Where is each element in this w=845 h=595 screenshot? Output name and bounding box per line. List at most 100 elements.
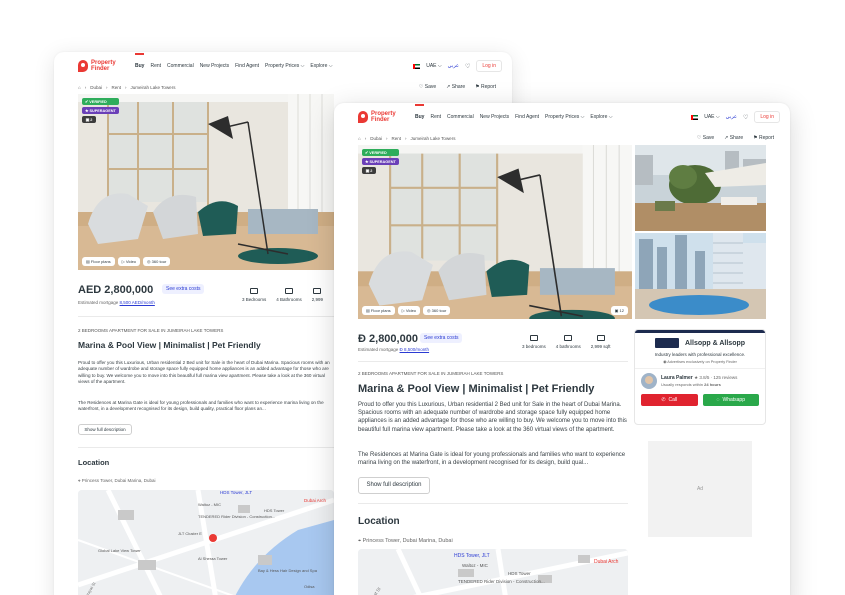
phone-icon: ✆ — [661, 397, 666, 403]
video-button[interactable]: ▷ Video — [397, 306, 421, 315]
heart-icon[interactable]: ♡ — [743, 114, 748, 121]
call-button[interactable]: ✆ Call — [641, 394, 698, 406]
nav-rent[interactable]: Rent — [430, 114, 441, 120]
svg-text:HDS Tower, JLT: HDS Tower, JLT — [454, 553, 490, 559]
agency-logo[interactable] — [655, 338, 679, 348]
svg-text:Waltoz - MIC: Waltoz - MIC — [462, 563, 489, 568]
nav-buy[interactable]: Buy — [415, 104, 425, 120]
share-button[interactable]: ↗ Share — [446, 84, 465, 90]
svg-text:Waltoz - MIC: Waltoz - MIC — [198, 502, 221, 507]
whatsapp-button[interactable]: ◌ Whatsapp — [702, 394, 759, 406]
login-button[interactable]: Log in — [476, 60, 502, 72]
uae-flag-icon — [413, 63, 421, 69]
tour-button[interactable]: ◎ 360 tour — [143, 257, 171, 266]
svg-text:HDS Tower: HDS Tower — [508, 571, 531, 576]
listing-type: 2 BEDROOMS APARTMENT FOR SALE IN JUMEIRA… — [78, 328, 224, 333]
living-room-image — [358, 145, 632, 319]
exclusive-note: ◉ Advertises exclusively on Property Fin… — [663, 360, 737, 364]
main-photo[interactable]: ✔ VERIFIED ★ SUPERAGENT ▣ 2 ▤ Floor plan… — [78, 94, 334, 270]
location-heading: Location — [78, 458, 110, 467]
main-menu: Buy Rent Commercial New Projects Find Ag… — [415, 104, 613, 120]
nav-explore[interactable]: Explore ⌵ — [310, 63, 332, 69]
crumb-rent[interactable]: Rent — [391, 136, 401, 141]
svg-text:Dubai Arch: Dubai Arch — [304, 498, 327, 503]
show-full-description-button[interactable]: Show full description — [358, 477, 430, 494]
nav-find-agent[interactable]: Find Agent — [515, 114, 539, 120]
nav-commercial[interactable]: Commercial — [167, 63, 194, 69]
nav-property-prices[interactable]: Property Prices ⌵ — [545, 114, 584, 120]
verified-badge: ✔ VERIFIED — [362, 149, 399, 156]
country-select[interactable]: UAE ⌵ — [704, 114, 719, 120]
language-switch[interactable]: عربي — [726, 114, 737, 120]
mortgage-link[interactable]: 8,500 AED/month — [120, 300, 155, 305]
login-button[interactable]: Log in — [754, 111, 780, 123]
logo-pin-icon — [78, 60, 88, 72]
nav-explore[interactable]: Explore ⌵ — [590, 114, 612, 120]
crumb-dubai[interactable]: Dubai — [90, 85, 102, 90]
show-full-description-button[interactable]: Show full description — [78, 424, 132, 435]
response-time: Usually responds within 24 hours — [661, 382, 721, 387]
nav-new-projects[interactable]: New Projects — [480, 114, 509, 120]
floor-plans-button[interactable]: ▤ Floor plans — [82, 257, 115, 266]
nav-new-projects[interactable]: New Projects — [200, 63, 229, 69]
area-icon — [313, 288, 322, 294]
logo[interactable]: Property Finder — [78, 60, 125, 72]
crumb-rent[interactable]: Rent — [111, 85, 121, 90]
crumb-dubai[interactable]: Dubai — [370, 136, 382, 141]
side-photo-garden[interactable] — [635, 145, 766, 231]
breadcrumb: ⌂ › Dubai › Rent › Jumeirah Lake Towers … — [358, 135, 774, 141]
nav-buy[interactable]: Buy — [135, 53, 145, 69]
listing-type: 2 BEDROOMS APARTMENT FOR SALE IN JUMEIRA… — [358, 371, 504, 376]
mortgage: Estimated mortgage Ð 8,500/month — [358, 347, 430, 352]
bath-icon — [285, 288, 294, 294]
agent-avatar[interactable] — [641, 373, 657, 389]
svg-text:Dubai Arch: Dubai Arch — [594, 559, 619, 565]
home-icon[interactable]: ⌂ — [358, 136, 361, 141]
country-select[interactable]: UAE ⌵ — [426, 63, 441, 69]
mortgage-link[interactable]: Ð 8,500/month — [400, 347, 430, 352]
main-photo[interactable]: ✔ VERIFIED ★ SUPERAGENT ▣ 2 ▤ Floor plan… — [358, 145, 632, 319]
nav-property-prices[interactable]: Property Prices ⌵ — [265, 63, 304, 69]
whatsapp-icon: ◌ — [716, 397, 720, 403]
crumb-jlt[interactable]: Jumeirah Lake Towers — [411, 136, 456, 141]
ad-slot[interactable]: Ad — [648, 441, 752, 537]
property-facts: 3 bedrooms 4 bathrooms 2,999 sqft — [522, 335, 611, 349]
report-button[interactable]: ⚑ Report — [753, 135, 774, 141]
crumb-jlt[interactable]: Jumeirah Lake Towers — [131, 85, 176, 90]
front-listing-page: Property Finder Buy Rent Commercial New P… — [334, 103, 790, 595]
top-nav: Property Finder Buy Rent Commercial New P… — [334, 103, 790, 131]
language-switch[interactable]: عربي — [448, 63, 459, 69]
share-button[interactable]: ↗ Share — [724, 135, 743, 141]
extra-costs-button[interactable]: See extra costs — [162, 284, 205, 294]
photo-count-button[interactable]: ▣ 12 — [610, 306, 628, 315]
mortgage: Estimated mortgage 8,500 AED/month — [78, 300, 155, 305]
listing-title: Marina & Pool View | Minimalist | Pet Fr… — [78, 340, 261, 350]
logo[interactable]: Property Finder — [358, 111, 405, 123]
extra-costs-button[interactable]: See extra costs — [420, 333, 463, 343]
property-facts: 3 Bedrooms 4 Bathrooms 2,999 — [242, 288, 323, 302]
tour-button[interactable]: ◎ 360 tour — [423, 306, 451, 315]
side-photo-pool[interactable] — [635, 233, 766, 319]
verified-badge: ✔ VERIFIED — [82, 98, 119, 105]
nav-commercial[interactable]: Commercial — [447, 114, 474, 120]
agent-rating: ★ 3.8/5 · 125 reviews — [694, 375, 738, 380]
save-button[interactable]: ♡ Save — [419, 84, 436, 90]
nav-find-agent[interactable]: Find Agent — [235, 63, 259, 69]
breadcrumb: ⌂ › Dubai › Rent › Jumeirah Lake Towers … — [78, 84, 496, 90]
agency-name[interactable]: Allsopp & Allsopp — [685, 340, 745, 347]
agent-name[interactable]: Laura Palmer — [661, 375, 693, 381]
location-map[interactable]: HDS Tower, JLT Dubai Arch Waltoz - MIC H… — [78, 490, 334, 595]
save-button[interactable]: ♡ Save — [697, 135, 714, 141]
floor-plans-button[interactable]: ▤ Floor plans — [362, 306, 395, 315]
video-button[interactable]: ▷ Video — [117, 257, 141, 266]
home-icon[interactable]: ⌂ — [78, 85, 81, 90]
uae-flag-icon — [691, 114, 699, 120]
superagent-badge: ★ SUPERAGENT — [362, 158, 399, 165]
svg-text:Global Lake View Tower: Global Lake View Tower — [98, 548, 141, 553]
report-button[interactable]: ⚑ Report — [475, 84, 496, 90]
nav-rent[interactable]: Rent — [150, 63, 161, 69]
location-map[interactable]: HDS Tower, JLT Dubai Arch Waltoz - MIC H… — [358, 549, 628, 595]
bed-icon — [250, 288, 259, 294]
price: Ð 2,800,000 — [358, 333, 418, 345]
heart-icon[interactable]: ♡ — [465, 63, 470, 70]
